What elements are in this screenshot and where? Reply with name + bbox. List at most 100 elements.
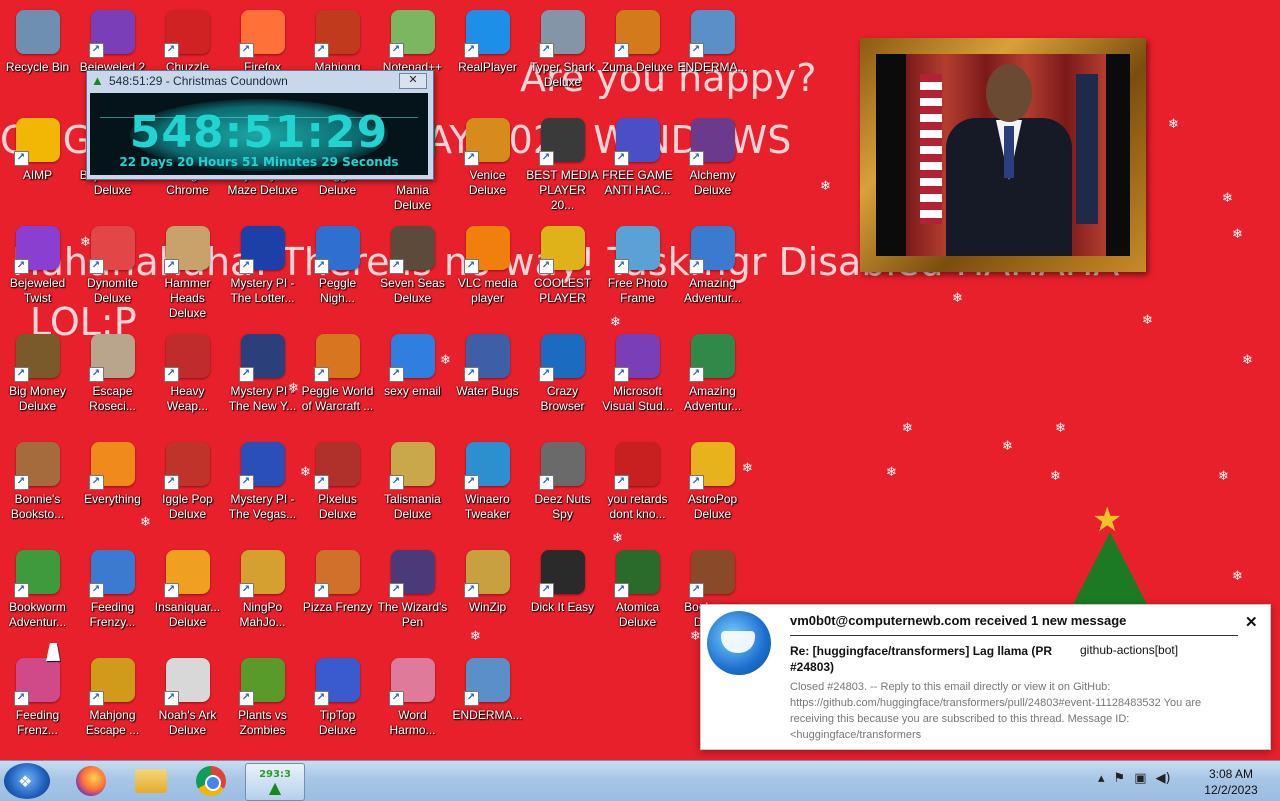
- desktop-icon[interactable]: ↗ Alchemy Deluxe: [675, 114, 750, 222]
- xmplay-icon: ↗: [538, 118, 585, 166]
- desktop-icon[interactable]: ↗ Heavy Weap...: [150, 330, 225, 438]
- desktop-icon[interactable]: ↗ Big Money Deluxe: [0, 330, 75, 438]
- shortcut-arrow-icon: ↗: [13, 259, 29, 274]
- desktop-icon[interactable]: ↗ AstroPop Deluxe: [675, 438, 750, 546]
- desktop-icon[interactable]: ↗ NingPo MahJo...: [225, 546, 300, 654]
- taskbar-firefox-button[interactable]: [62, 763, 120, 799]
- taskbar-explorer-button[interactable]: [122, 763, 180, 799]
- notification-body[interactable]: Closed #24803. -- Reply to this email di…: [790, 679, 1240, 743]
- desktop-icon[interactable]: ↗ Venice Deluxe: [450, 114, 525, 222]
- shortcut-arrow-icon: ↗: [13, 151, 29, 166]
- desktop-icon[interactable]: ↗ Peggle Nigh...: [300, 222, 375, 330]
- desktop-icon[interactable]: ↗ Bejeweled Twist: [0, 222, 75, 330]
- desktop-icon[interactable]: ↗ The Wizard's Pen: [375, 546, 450, 654]
- countdown-titlebar[interactable]: ▲ 548:51:29 - Christmas Coundown ✕: [87, 71, 433, 91]
- desktop-icon[interactable]: ↗ Mystery PI - The Vegas...: [225, 438, 300, 546]
- desktop-icon[interactable]: ↗ Seven Seas Deluxe: [375, 222, 450, 330]
- snowflake-icon: ❄: [886, 465, 897, 480]
- thunderbird-notification[interactable]: vm0b0t@computernewb.com received 1 new m…: [700, 604, 1271, 750]
- network-icon[interactable]: ▣: [1134, 771, 1146, 786]
- desktop-icon[interactable]: ↗ BEST MEDIA PLAYER 20...: [525, 114, 600, 222]
- noahs-ark-icon: ↗: [163, 658, 210, 706]
- desktop-icon[interactable]: ↗ Peggle World of Warcraft ...: [300, 330, 375, 438]
- desktop-icon[interactable]: ↗ FREE GAME ANTI HAC...: [600, 114, 675, 222]
- countdown-window[interactable]: ▲ 548:51:29 - Christmas Coundown ✕ 548:5…: [86, 70, 434, 180]
- action-center-icon[interactable]: ⚑: [1114, 771, 1126, 786]
- desktop-icon[interactable]: ↗ Mystery PI - The New Y...: [225, 330, 300, 438]
- desktop-icon[interactable]: ↗ AIMP: [0, 114, 75, 222]
- volume-icon[interactable]: ◀): [1155, 771, 1170, 786]
- taskbar-clock[interactable]: 3:08 AM 12/2/2023: [1196, 766, 1266, 798]
- desktop-icon[interactable]: ↗ Amazing Adventur...: [675, 330, 750, 438]
- portrait-image: [876, 54, 1130, 256]
- desktop-icon[interactable]: ↗ Everything: [75, 438, 150, 546]
- desktop-icon[interactable]: ↗ Talismania Deluxe: [375, 438, 450, 546]
- desktop-icon[interactable]: ↗ Typer Shark Deluxe: [525, 6, 600, 114]
- start-button[interactable]: ❖: [4, 763, 50, 799]
- desktop-icon[interactable]: ↗ Deez Nuts Spy: [525, 438, 600, 546]
- desktop-icon[interactable]: Recycle Bin: [0, 6, 75, 114]
- desktop-icon-label: Amazing Adventur...: [683, 384, 742, 413]
- desktop-icon-label: AstroPop Deluxe: [687, 492, 738, 521]
- desktop-icon[interactable]: ↗ Noah's Ark Deluxe: [150, 654, 225, 760]
- notification-close-button[interactable]: ✕: [1245, 613, 1258, 631]
- desktop-icon[interactable]: ↗ Insaniquar... Deluxe: [150, 546, 225, 654]
- desktop-icon[interactable]: ↗ VLC media player: [450, 222, 525, 330]
- countdown-close-button[interactable]: ✕: [399, 73, 427, 89]
- desktop-icon[interactable]: ↗ Water Bugs: [450, 330, 525, 438]
- shortcut-arrow-icon: ↗: [163, 691, 179, 706]
- shortcut-arrow-icon: ↗: [613, 475, 629, 490]
- desktop-icon[interactable]: ↗ Mahjong Escape ...: [75, 654, 150, 760]
- desktop-icon[interactable]: ↗ Winaero Tweaker: [450, 438, 525, 546]
- desktop-icon[interactable]: ↗ TipTop Deluxe: [300, 654, 375, 760]
- shortcut-arrow-icon: ↗: [538, 259, 554, 274]
- taskbar-countdown-button[interactable]: 293:3 ▲: [245, 763, 305, 801]
- desktop-icon[interactable]: ↗ Dynomite Deluxe: [75, 222, 150, 330]
- desktop-icon[interactable]: ↗ Escape Roseci...: [75, 330, 150, 438]
- desktop-icon[interactable]: ↗ Zuma Deluxe: [600, 6, 675, 114]
- shortcut-arrow-icon: ↗: [463, 43, 479, 58]
- word-harmony-icon: ↗: [388, 658, 435, 706]
- desktop-icon-label: Seven Seas Deluxe: [380, 276, 445, 305]
- shortcut-arrow-icon: ↗: [88, 259, 104, 274]
- desktop-icon[interactable]: ↗ Atomica Deluxe: [600, 546, 675, 654]
- notification-subject[interactable]: Re: [huggingface/transformers] Lag llama…: [790, 643, 1060, 675]
- shortcut-arrow-icon: ↗: [13, 691, 29, 706]
- folder-icon: [135, 769, 167, 793]
- desktop-icon[interactable]: ↗ ENDERMA...: [450, 654, 525, 760]
- desktop-icon[interactable]: ↗ COOLEST PLAYER: [525, 222, 600, 330]
- shortcut-arrow-icon: ↗: [313, 367, 329, 382]
- desktop-icon[interactable]: ↗ Pizza Frenzy: [300, 546, 375, 654]
- desktop-icon[interactable]: ↗ Bookworm Adventur...: [0, 546, 75, 654]
- snowflake-icon: ❄: [1055, 421, 1066, 436]
- desktop-icon[interactable]: ↗ ENDERMA...: [675, 6, 750, 114]
- wizards-pen-icon: ↗: [388, 550, 435, 598]
- hammer-heads-icon: ↗: [163, 226, 210, 274]
- show-hidden-icon[interactable]: ▴: [1098, 771, 1105, 786]
- zuma-icon: ↗: [613, 10, 660, 58]
- taskbar-chrome-button[interactable]: [182, 763, 240, 799]
- desktop-icon[interactable]: ↗ WinZip: [450, 546, 525, 654]
- desktop-icon[interactable]: ↗ Pixelus Deluxe: [300, 438, 375, 546]
- desktop-icon[interactable]: ↗ Microsoft Visual Stud...: [600, 330, 675, 438]
- desktop-icon[interactable]: ↗ Dick It Easy: [525, 546, 600, 654]
- desktop-icon[interactable]: ↗ Plants vs Zombies: [225, 654, 300, 760]
- desktop-icon[interactable]: ↗ Feeding Frenz...: [0, 654, 75, 760]
- desktop-icon[interactable]: ↗ Amazing Adventur...: [675, 222, 750, 330]
- desktop-icon[interactable]: ↗ RealPlayer: [450, 6, 525, 114]
- shortcut-arrow-icon: ↗: [88, 583, 104, 598]
- desktop-icon[interactable]: ↗ Mystery PI - The Lotter...: [225, 222, 300, 330]
- desktop-icon[interactable]: ↗ sexy email: [375, 330, 450, 438]
- desktop-icon[interactable]: ↗ you retards dont kno...: [600, 438, 675, 546]
- desktop-icon[interactable]: ↗ Feeding Frenzy...: [75, 546, 150, 654]
- desktop-icon[interactable]: ↗ Word Harmo...: [375, 654, 450, 760]
- desktop-icon[interactable]: ↗ Iggle Pop Deluxe: [150, 438, 225, 546]
- shortcut-arrow-icon: ↗: [388, 691, 404, 706]
- desktop-icon[interactable]: ↗ Free Photo Frame: [600, 222, 675, 330]
- desktop-icon[interactable]: ↗ Bonnie's Booksto...: [0, 438, 75, 546]
- desktop-icon[interactable]: ↗ Crazy Browser: [525, 330, 600, 438]
- big-money-icon: ↗: [13, 334, 60, 382]
- desktop-icon[interactable]: ↗ Hammer Heads Deluxe: [150, 222, 225, 330]
- desktop-icon-label: Heavy Weap...: [166, 384, 209, 413]
- shortcut-arrow-icon: ↗: [13, 367, 29, 382]
